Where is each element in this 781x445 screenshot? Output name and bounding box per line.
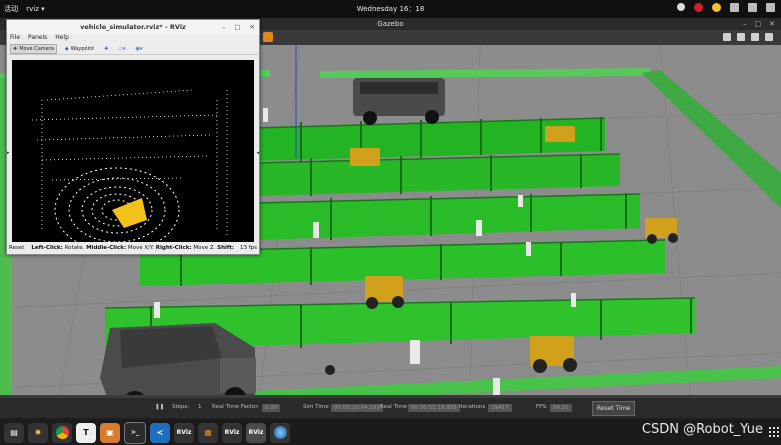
right-click-label: Right-Click: (155, 245, 192, 251)
rtf-label: Real Time Factor: (212, 404, 260, 410)
power-icon[interactable] (766, 3, 775, 12)
terminal-icon[interactable]: >_ (124, 421, 146, 444)
add-tool-icon[interactable]: ✚ (102, 45, 110, 53)
close-icon[interactable]: ✕ (769, 18, 775, 30)
steps-value[interactable]: 1 (198, 404, 202, 410)
rviz-window: vehicle_simulator.rviz* - RViz – □ ✕ Fil… (6, 19, 260, 255)
typora-icon[interactable]: T (76, 422, 96, 443)
rviz-icon[interactable]: RViz (174, 422, 194, 443)
rviz-status-bar: Reset Left-Click: Rotate. Middle-Click: … (7, 243, 261, 254)
rviz-icon-3[interactable]: RViz (246, 422, 266, 443)
clock[interactable]: Wednesday 16：18 (0, 4, 781, 14)
files-icon[interactable]: ▣ (100, 422, 120, 443)
rviz-3d-view[interactable] (12, 60, 254, 253)
menu-panels[interactable]: Panels (28, 34, 47, 41)
gazebo-status-bar: ❚❚ Steps: 1 Real Time Factor: 0.20 Sim T… (0, 398, 781, 418)
move-camera-tool[interactable]: ✥ Move Camera (10, 43, 57, 54)
small-robot (325, 365, 335, 375)
screenshot-icon[interactable] (723, 33, 731, 41)
show-apps-icon[interactable]: ▤ (4, 422, 24, 443)
middle-click-label: Middle-Click: (86, 245, 127, 251)
vscode-icon[interactable]: ≺ (150, 422, 170, 443)
left-click-action: Rotate. (62, 245, 85, 251)
maximize-icon[interactable]: □ (234, 20, 240, 34)
watermark: CSDN @Robot_Yue (641, 422, 763, 437)
steps-label: Steps: (172, 404, 190, 410)
fps-value: 58.21 (550, 404, 572, 412)
rviz-icon-2[interactable]: RViz (222, 422, 242, 443)
sim-time-label: Sim Time (303, 404, 329, 410)
video-icon[interactable] (765, 33, 773, 41)
fps-label: FPS: (536, 404, 548, 410)
maximize-icon[interactable]: □ (755, 18, 762, 30)
shift-label: Shift: (217, 245, 235, 251)
pointcloud-render (12, 60, 254, 253)
log-icon[interactable] (751, 33, 759, 41)
record-icon[interactable] (694, 3, 703, 12)
right-panel-arrow-icon[interactable]: ◂ (256, 150, 259, 156)
close-icon[interactable]: ✕ (250, 20, 255, 34)
left-click-label: Left-Click: (31, 245, 63, 251)
app-grid-icon[interactable] (769, 427, 779, 437)
move-icon: ✥ (13, 45, 18, 52)
menu-file[interactable]: File (10, 34, 20, 41)
remove-tool-icon[interactable]: ▭▾ (116, 45, 127, 53)
rtf-value: 0.20 (262, 404, 281, 412)
rviz-toolbar: ✥ Move Camera ◆ Waypoint ✚ ▭▾ ◉▾ (7, 43, 259, 55)
right-click-action: Move Z. (191, 245, 216, 251)
sim-time-value: 00 00:10:04.292 (331, 404, 383, 412)
menu-help[interactable]: Help (55, 34, 69, 41)
reset-time-button[interactable]: Reset Time (592, 401, 636, 416)
middle-click-action: Move X/Y. (126, 245, 155, 251)
left-panel-arrow-icon[interactable]: ▸ (7, 150, 10, 156)
reset-view-button[interactable]: Reset (9, 245, 24, 251)
waypoint-tool[interactable]: ◆ Waypoint (63, 45, 96, 53)
light-tool-icon[interactable] (263, 32, 273, 42)
waypoint-icon: ◆ (64, 45, 69, 52)
help-icon[interactable] (677, 3, 685, 11)
chart-icon[interactable] (737, 33, 745, 41)
move-camera-label: Move Camera (19, 45, 54, 52)
rviz-menu-bar: File Panels Help (7, 34, 259, 43)
real-time-value: 00 00:51:19.938 (408, 404, 460, 412)
system-tray[interactable] (677, 3, 775, 12)
rviz-title-bar: vehicle_simulator.rviz* - RViz – □ ✕ (7, 20, 259, 34)
network-icon[interactable] (730, 3, 739, 12)
layers-icon[interactable]: ▦ (198, 422, 218, 443)
settings-icon[interactable]: ✹ (28, 422, 48, 443)
avatar-icon[interactable] (712, 3, 721, 12)
iterations-label: Iterations (459, 404, 486, 410)
system-top-bar: 活动 rviz ▾ Wednesday 16：18 (0, 0, 781, 18)
pause-icon[interactable]: ❚❚ (155, 404, 164, 410)
gazebo-title: Gazebo (377, 20, 404, 28)
fps-readout: 13 fps (239, 245, 257, 251)
real-time-label: Real Time (380, 404, 408, 410)
volume-icon[interactable] (748, 3, 757, 12)
waypoint-label: Waypoint (70, 45, 95, 52)
iterations-value: 29417 (488, 404, 512, 412)
chrome-icon[interactable] (52, 422, 72, 443)
camera-type-icon[interactable]: ◉▾ (134, 45, 145, 53)
minimize-icon[interactable]: – (222, 20, 225, 34)
minimize-icon[interactable]: – (743, 18, 747, 30)
rviz-title: vehicle_simulator.rviz* - RViz (80, 23, 186, 31)
globe-icon[interactable] (270, 422, 290, 443)
